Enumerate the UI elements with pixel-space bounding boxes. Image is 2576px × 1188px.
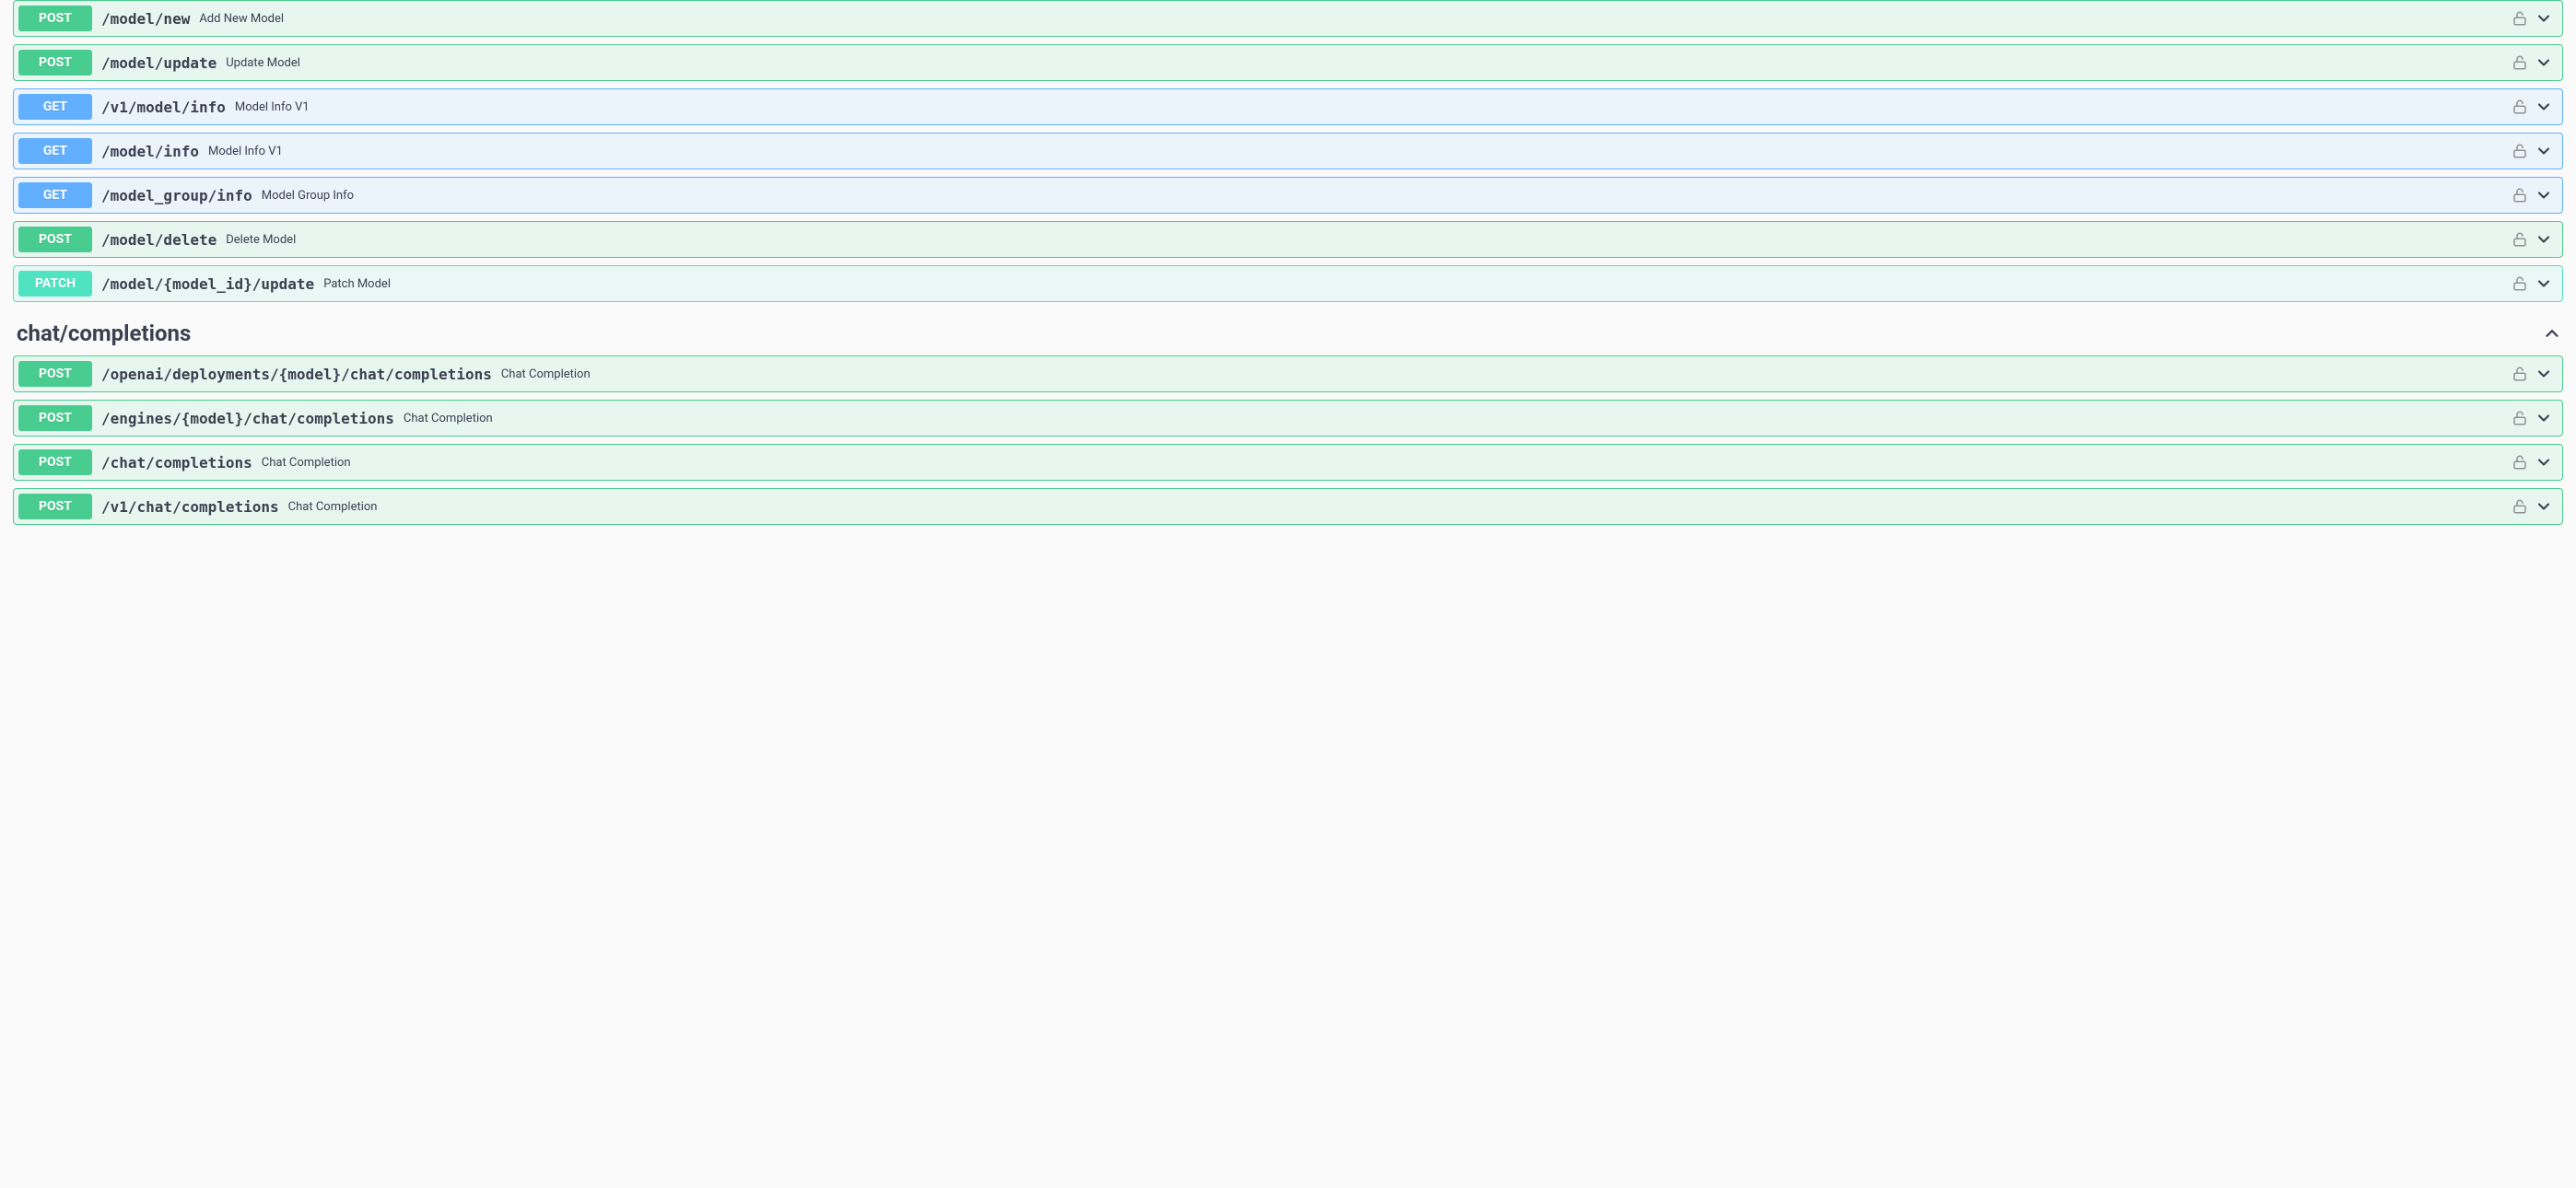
endpoint-row[interactable]: POST/model/update Update Model <box>13 44 2563 81</box>
endpoint-path: /v1/chat/completions <box>101 498 279 516</box>
chevron-down-icon[interactable] <box>2535 53 2553 72</box>
endpoint-path: /openai/deployments/{model}/chat/complet… <box>101 366 492 383</box>
method-badge: POST <box>18 449 92 475</box>
method-badge: POST <box>18 6 92 31</box>
endpoint-path: /chat/completions <box>101 454 252 472</box>
endpoint-path: /model/{model_id}/update <box>101 275 314 293</box>
chevron-down-icon[interactable] <box>2535 186 2553 204</box>
method-badge: POST <box>18 494 92 519</box>
lock-icon[interactable] <box>2511 53 2529 72</box>
endpoint-path: /model/delete <box>101 231 217 249</box>
endpoint-summary: Chat Completion <box>288 500 378 514</box>
method-badge: GET <box>18 182 92 208</box>
lock-icon[interactable] <box>2511 98 2529 116</box>
endpoint-row[interactable]: POST/chat/completions Chat Completion <box>13 444 2563 481</box>
endpoint-summary: Update Model <box>226 56 300 70</box>
chevron-down-icon[interactable] <box>2535 98 2553 116</box>
chevron-down-icon[interactable] <box>2535 453 2553 472</box>
endpoint-path: /model_group/info <box>101 187 252 204</box>
method-badge: GET <box>18 138 92 164</box>
endpoint-row[interactable]: GET/model/info Model Info V1 <box>13 133 2563 169</box>
chevron-down-icon[interactable] <box>2535 409 2553 427</box>
endpoint-summary: Chat Completion <box>262 456 351 470</box>
method-badge: POST <box>18 361 92 387</box>
chevron-down-icon[interactable] <box>2535 497 2553 516</box>
endpoint-summary: Model Info V1 <box>208 145 283 158</box>
endpoint-summary: Patch Model <box>323 277 391 291</box>
method-badge: POST <box>18 227 92 252</box>
endpoint-summary: Chat Completion <box>501 367 591 381</box>
chevron-down-icon[interactable] <box>2535 230 2553 249</box>
method-badge: POST <box>18 50 92 76</box>
method-badge: GET <box>18 94 92 120</box>
chevron-down-icon[interactable] <box>2535 365 2553 383</box>
endpoint-path: /model/new <box>101 10 190 28</box>
section-title: chat/completions <box>17 320 191 346</box>
chevron-up-icon[interactable] <box>2541 322 2563 344</box>
lock-icon[interactable] <box>2511 186 2529 204</box>
endpoint-path: /v1/model/info <box>101 99 226 116</box>
lock-icon[interactable] <box>2511 142 2529 160</box>
endpoint-row[interactable]: GET/v1/model/info Model Info V1 <box>13 88 2563 125</box>
endpoint-row[interactable]: PATCH/model/{model_id}/update Patch Model <box>13 265 2563 302</box>
endpoint-summary: Add New Model <box>199 12 284 26</box>
method-badge: POST <box>18 405 92 431</box>
chevron-down-icon[interactable] <box>2535 142 2553 160</box>
endpoint-summary: Model Group Info <box>262 189 354 203</box>
lock-icon[interactable] <box>2511 365 2529 383</box>
endpoint-row[interactable]: GET/model_group/info Model Group Info <box>13 177 2563 214</box>
lock-icon[interactable] <box>2511 409 2529 427</box>
lock-icon[interactable] <box>2511 9 2529 28</box>
chevron-down-icon[interactable] <box>2535 274 2553 293</box>
endpoint-row[interactable]: POST/v1/chat/completions Chat Completion <box>13 488 2563 525</box>
endpoint-row[interactable]: POST/openai/deployments/{model}/chat/com… <box>13 355 2563 392</box>
endpoint-summary: Chat Completion <box>404 412 493 425</box>
chevron-down-icon[interactable] <box>2535 9 2553 28</box>
endpoint-path: /model/update <box>101 54 217 72</box>
endpoint-path: /engines/{model}/chat/completions <box>101 410 394 427</box>
endpoint-summary: Delete Model <box>226 233 296 247</box>
endpoint-row[interactable]: POST/model/delete Delete Model <box>13 221 2563 258</box>
lock-icon[interactable] <box>2511 230 2529 249</box>
section-header[interactable]: chat/completions <box>17 320 2563 346</box>
method-badge: PATCH <box>18 271 92 297</box>
endpoint-summary: Model Info V1 <box>235 100 310 114</box>
endpoint-row[interactable]: POST/engines/{model}/chat/completions Cha… <box>13 400 2563 437</box>
lock-icon[interactable] <box>2511 453 2529 472</box>
lock-icon[interactable] <box>2511 497 2529 516</box>
endpoint-path: /model/info <box>101 143 199 160</box>
endpoint-row[interactable]: POST/model/new Add New Model <box>13 0 2563 37</box>
lock-icon[interactable] <box>2511 274 2529 293</box>
